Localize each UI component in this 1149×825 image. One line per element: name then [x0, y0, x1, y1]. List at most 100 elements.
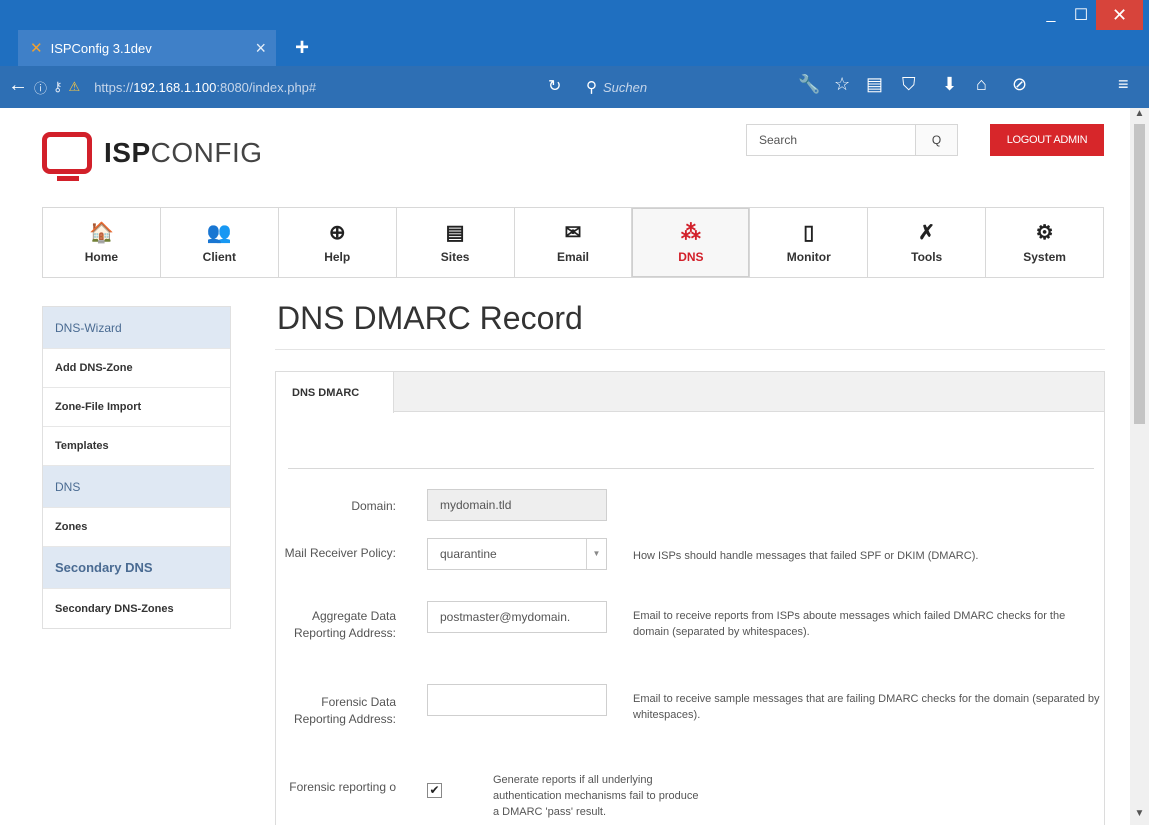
nav-label: Monitor — [786, 249, 831, 264]
home-browser-icon[interactable]: ⌂ — [976, 74, 987, 95]
menu-icon[interactable]: ≡ — [1118, 74, 1129, 95]
policy-selected-value: quarantine — [440, 547, 497, 561]
nav-label: Email — [557, 249, 590, 264]
nav-item-system[interactable]: ⚙ System — [986, 208, 1103, 277]
info-icon[interactable]: ⓘ — [34, 78, 47, 97]
nav-label: System — [1023, 249, 1066, 264]
tab-dns-dmarc[interactable]: DNS DMARC — [276, 372, 394, 413]
warning-lock-icon[interactable]: ⚠ — [69, 79, 81, 95]
url-host: 192.168.1.100 — [133, 79, 217, 95]
ispconfig-favicon-icon: ✕ — [30, 40, 43, 57]
sidebar-item-secondary-dns-zones[interactable]: Secondary DNS-Zones — [43, 589, 230, 628]
nav-label: Client — [202, 249, 236, 264]
forensic-help: Email to receive sample messages that ar… — [633, 693, 1100, 721]
policy-help: How ISPs should handle messages that fai… — [633, 550, 979, 562]
window-minimize-button[interactable]: _ — [1036, 0, 1066, 30]
logo-text-light: CONFIG — [150, 137, 263, 168]
ispconfig-logo[interactable]: ISPCONFIG — [42, 132, 263, 181]
aggregate-label: Aggregate Data Reporting Address: — [293, 609, 396, 640]
sidebar-item-add-dns-zone[interactable]: Add DNS-Zone — [43, 349, 230, 388]
nav-item-home[interactable]: 🏠 Home — [43, 208, 161, 277]
sidebar-heading-dns-wizard: DNS-Wizard — [43, 307, 230, 349]
logout-button[interactable]: LOGOUT ADMIN — [990, 124, 1104, 156]
home-icon: 🏠 — [88, 221, 114, 244]
domain-field: mydomain.tld — [427, 489, 607, 521]
window-maximize-button[interactable]: ☐ — [1066, 0, 1096, 30]
sidebar-item-zone-file-import[interactable]: Zone-File Import — [43, 388, 230, 427]
forensic-label: Forensic Data Reporting Address: — [293, 695, 396, 726]
url-text[interactable]: https://192.168.1.100:8080/index.php# — [94, 80, 316, 95]
aggregate-email-field[interactable]: postmaster@mydomain. — [427, 601, 607, 633]
address-bar[interactable]: ⓘ ⚷ ⚠ https://192.168.1.100:8080/index.p… — [30, 74, 538, 100]
email-icon: ✉ — [564, 221, 582, 244]
wrench-icon[interactable]: 🔧 — [798, 74, 820, 95]
aggregate-help: Email to receive reports from ISPs about… — [633, 610, 1066, 638]
browser-tab-title: ISPConfig 3.1dev — [50, 40, 152, 56]
sidebar-item-zones[interactable]: Zones — [43, 508, 230, 547]
nav-label: Tools — [911, 249, 943, 264]
sidebar: DNS-Wizard Add DNS-Zone Zone-File Import… — [42, 306, 231, 629]
title-divider — [275, 349, 1105, 350]
logo-text-bold: ISP — [104, 137, 151, 168]
window-close-button[interactable]: ✕ — [1096, 0, 1143, 30]
form-divider — [288, 468, 1094, 469]
nav-item-client[interactable]: 👥 Client — [161, 208, 279, 277]
download-icon[interactable]: ⬇ — [942, 74, 957, 95]
panel-tab-bar: DNS DMARC — [276, 372, 1104, 413]
page-title: DNS DMARC Record — [277, 300, 583, 336]
chevron-down-icon: ▼ — [586, 539, 606, 569]
extension-icon[interactable]: ⊘ — [1012, 74, 1027, 95]
browser-search-box[interactable]: ⚲ Suchen — [586, 75, 770, 99]
sidebar-heading-secondary-dns: Secondary DNS — [43, 547, 230, 589]
dns-icon: ⁂ — [680, 221, 701, 244]
tab-close-icon[interactable]: × — [255, 38, 266, 59]
nav-label: Home — [84, 249, 119, 264]
reload-icon[interactable]: ↻ — [548, 76, 561, 96]
search-input[interactable]: Search — [746, 124, 916, 156]
nav-item-monitor[interactable]: ▯ Monitor — [750, 208, 869, 277]
scroll-up-arrow-icon[interactable]: ▲ — [1130, 108, 1149, 122]
nav-item-tools[interactable]: ✗ Tools — [868, 208, 987, 277]
nav-item-dns[interactable]: ⁂ DNS — [632, 208, 751, 277]
page-scrollbar[interactable]: ▲ ▼ — [1130, 108, 1149, 825]
forensic-option-help: Generate reports if all underlying authe… — [493, 774, 699, 818]
logo-monitor-icon — [42, 132, 92, 181]
users-icon: 👥 — [206, 221, 232, 244]
gear-icon: ⚙ — [1035, 221, 1054, 244]
back-arrow-icon[interactable]: ← — [8, 74, 28, 97]
search-icon: ⚲ — [586, 79, 597, 96]
new-tab-button[interactable]: + — [284, 30, 320, 66]
star-icon[interactable]: ☆ — [834, 74, 850, 95]
url-prefix: https:// — [94, 79, 134, 95]
browser-titlebar: ✕ ISPConfig 3.1dev × + _ ☐ ✕ — [0, 0, 1149, 66]
forensic-options-label: Forensic reporting o — [289, 780, 396, 794]
policy-select[interactable]: quarantine ▼ — [427, 538, 607, 570]
key-icon: ⚷ — [53, 79, 63, 94]
nav-item-email[interactable]: ✉ Email — [515, 208, 633, 277]
nav-label: Help — [324, 249, 351, 264]
sites-icon: ▤ — [445, 221, 465, 244]
sidebar-heading-dns: DNS — [43, 466, 230, 508]
pocket-icon[interactable]: ⛉ — [902, 74, 916, 95]
form-panel: DNS DMARC Domain: mydomain.tld Mail Rece… — [275, 371, 1105, 825]
nav-item-help[interactable]: ⊕ Help — [279, 208, 397, 277]
browser-search-placeholder: Suchen — [603, 79, 648, 95]
search-button[interactable]: Q — [916, 124, 958, 156]
policy-label: Mail Receiver Policy: — [284, 546, 396, 560]
scroll-down-arrow-icon[interactable]: ▼ — [1130, 808, 1149, 822]
url-rest: :8080/index.php# — [216, 79, 317, 95]
nav-label: DNS — [678, 249, 704, 264]
forensic-email-field[interactable] — [427, 684, 607, 716]
domain-label: Domain: — [351, 499, 396, 513]
nav-item-sites[interactable]: ▤ Sites — [397, 208, 515, 277]
main-nav: 🏠 Home 👥 Client ⊕ Help ▤ Sites ✉ Email ⁂ DNS ▯ Monito… — [42, 207, 1104, 278]
sidebar-item-templates[interactable]: Templates — [43, 427, 230, 466]
forensic-option-checkbox[interactable]: ✔ — [427, 783, 442, 798]
monitor-icon: ▯ — [803, 221, 815, 244]
browser-tab[interactable]: ✕ ISPConfig 3.1dev × — [18, 30, 276, 66]
reading-list-icon[interactable]: ▤ — [866, 74, 883, 95]
scroll-thumb[interactable] — [1134, 124, 1145, 424]
tools-icon: ✗ — [918, 221, 936, 244]
lifebuoy-icon: ⊕ — [328, 221, 346, 244]
page-content: ISPCONFIG Search Q LOGOUT ADMIN 🏠 Home 👥 Cl… — [0, 108, 1130, 825]
